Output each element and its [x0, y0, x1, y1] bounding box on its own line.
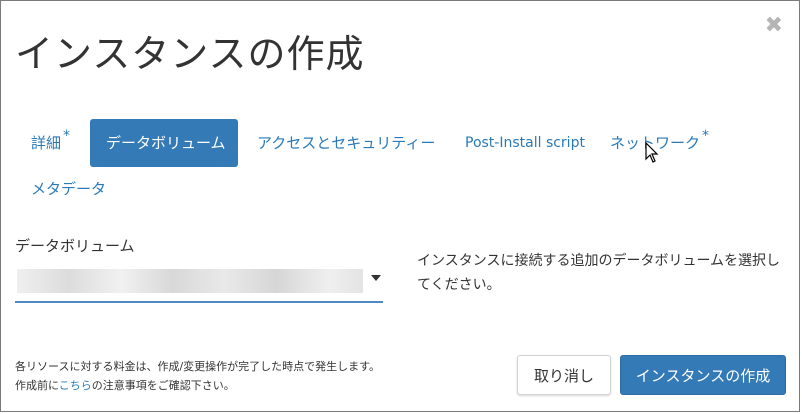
required-marker: * [702, 128, 710, 144]
caret-down-icon [371, 275, 381, 281]
billing-note: 各リソースに対する料金は、作成/変更操作が完了した時点で発生します。 作成前にこ… [15, 357, 380, 395]
required-marker: * [63, 128, 71, 144]
create-instance-button[interactable]: インスタンスの作成 [620, 355, 786, 395]
create-instance-dialog: インスタンスの作成 ✖ 詳細 * データボリューム アクセスとセキュリティー Po… [0, 0, 800, 412]
help-text: インスタンスに接続する追加のデータボリュームを選択してください。 [417, 253, 781, 293]
dialog-title: インスタンスの作成 [15, 32, 365, 76]
cancel-button[interactable]: 取り消し [517, 355, 611, 395]
tab-post-install-label: Post-Install script [465, 135, 585, 151]
data-volume-select[interactable] [15, 263, 383, 303]
tab-access-security-label: アクセスとセキュリティー [257, 134, 436, 152]
tab-network[interactable]: ネットワーク * [594, 119, 725, 167]
tab-metadata[interactable]: メタデータ [15, 165, 122, 213]
tab-data-volume-label: データボリューム [106, 134, 226, 152]
tab-details-label: 詳細 [31, 134, 62, 152]
tab-data-volume[interactable]: データボリューム [90, 119, 238, 167]
note-prefix: 作成前に [15, 379, 59, 392]
close-icon[interactable]: ✖ [765, 13, 783, 38]
notes-link[interactable]: こちら [59, 379, 92, 392]
data-volume-field-label: データボリューム [15, 237, 135, 255]
billing-note-line1: 各リソースに対する料金は、作成/変更操作が完了した時点で発生します。 [15, 360, 381, 373]
note-suffix: の注意事項をご確認下さい。 [91, 379, 235, 392]
mouse-pointer-icon [645, 142, 659, 163]
tab-metadata-label: メタデータ [31, 180, 107, 198]
tab-access-security[interactable]: アクセスとセキュリティー [241, 119, 451, 167]
billing-note-line2: 作成前にこちらの注意事項をご確認下さい。 [15, 376, 380, 395]
blurred-selected-value [17, 269, 363, 293]
tab-details[interactable]: 詳細 * [15, 119, 86, 167]
tab-post-install-script[interactable]: Post-Install script [449, 119, 601, 167]
